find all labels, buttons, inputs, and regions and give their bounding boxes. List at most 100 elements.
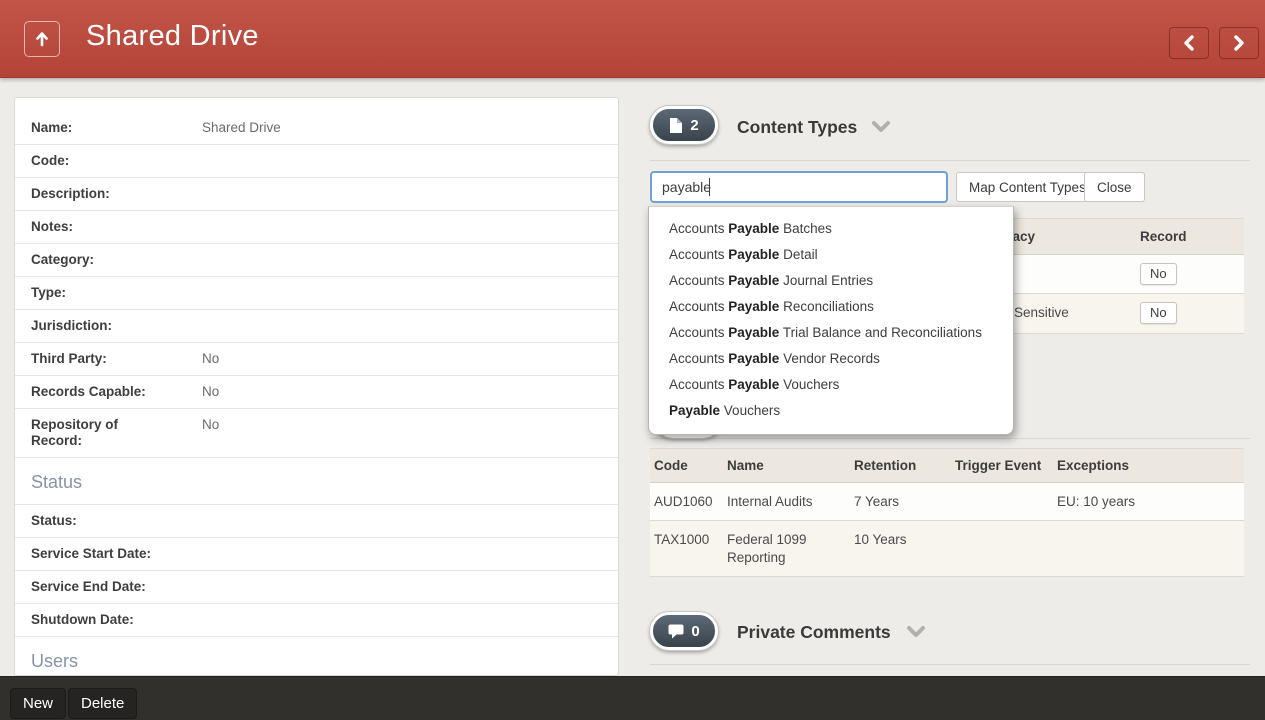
- autocomplete-item[interactable]: Accounts Payable Trial Balance and Recon…: [649, 320, 1013, 346]
- table-row: AUD1060 Internal Audits 7 Years EU: 10 y…: [650, 483, 1244, 521]
- item-match: Payable: [728, 351, 779, 366]
- previous-record-button[interactable]: [1169, 27, 1209, 59]
- autocomplete-item[interactable]: Accounts Payable Batches: [649, 216, 1013, 242]
- retention-code-link[interactable]: AUD1060: [654, 494, 713, 509]
- field-label: Status:: [31, 513, 166, 529]
- divider: [650, 664, 1250, 665]
- retention-name: Internal Audits: [727, 493, 854, 511]
- content-types-heading: Content Types: [737, 117, 857, 138]
- item-text: Trial Balance and Reconciliations: [779, 325, 982, 340]
- item-text: Accounts: [669, 299, 728, 314]
- item-text: Batches: [779, 221, 832, 236]
- arrow-up-icon: [33, 30, 51, 48]
- retention-table-header: Code Name Retention Trigger Event Except…: [650, 448, 1244, 483]
- item-text: Vouchers: [720, 403, 780, 418]
- content-types-count-badge: 2: [650, 106, 718, 144]
- field-row-records-capable: Records Capable: No: [15, 376, 618, 409]
- text-cursor: [709, 178, 710, 196]
- divider: [650, 438, 1250, 439]
- users-section-heading: Users: [15, 637, 618, 676]
- field-row-shutdown-date: Shutdown Date:: [15, 604, 618, 637]
- item-text: Vendor Records: [779, 351, 880, 366]
- field-label: Shutdown Date:: [31, 612, 166, 628]
- item-text: Accounts: [669, 273, 728, 288]
- speech-bubble-icon: [668, 624, 684, 639]
- next-record-button[interactable]: [1219, 27, 1259, 59]
- field-row-third-party: Third Party: No: [15, 343, 618, 376]
- field-label: Records Capable:: [31, 384, 166, 400]
- autocomplete-item[interactable]: Payable Vouchers: [649, 398, 1013, 424]
- column-header-retention: Retention: [854, 458, 955, 473]
- retention-code-link[interactable]: TAX1000: [654, 532, 709, 547]
- item-match: Payable: [728, 325, 779, 340]
- item-text: Accounts: [669, 221, 728, 236]
- field-label: Notes:: [31, 219, 166, 235]
- action-bar: New Delete: [0, 676, 1265, 720]
- retention-trigger-event: [955, 493, 1057, 511]
- item-text: Accounts: [669, 377, 728, 392]
- field-label: Service Start Date:: [31, 546, 166, 562]
- item-text: Accounts: [669, 351, 728, 366]
- field-row-repository-of-record: Repository of Record: No: [15, 409, 618, 458]
- item-text: Accounts: [669, 247, 728, 262]
- field-row-service-start-date: Service Start Date:: [15, 538, 618, 571]
- item-text: Vouchers: [779, 377, 839, 392]
- private-comments-heading: Private Comments: [737, 622, 891, 643]
- autocomplete-item[interactable]: Accounts Payable Vendor Records: [649, 346, 1013, 372]
- field-label: Code:: [31, 153, 166, 169]
- content-type-search-input[interactable]: [650, 171, 948, 203]
- close-button[interactable]: Close: [1084, 172, 1145, 202]
- field-row-name: Name: Shared Drive: [15, 112, 618, 145]
- content-type-autocomplete-dropdown: Accounts Payable Batches Accounts Payabl…: [648, 206, 1014, 435]
- item-text: Reconciliations: [779, 299, 874, 314]
- delete-button[interactable]: Delete: [68, 688, 137, 719]
- column-header-code: Code: [650, 458, 727, 473]
- autocomplete-item[interactable]: Accounts Payable Journal Entries: [649, 268, 1013, 294]
- field-value: No: [202, 384, 219, 400]
- field-label: Description:: [31, 186, 166, 202]
- field-row-jurisdiction: Jurisdiction:: [15, 310, 618, 343]
- item-text: Detail: [779, 247, 817, 262]
- badge-count: 2: [690, 117, 698, 134]
- field-value: Shared Drive: [202, 120, 281, 136]
- field-label: Third Party:: [31, 351, 166, 367]
- autocomplete-item[interactable]: Accounts Payable Reconciliations: [649, 294, 1013, 320]
- field-row-status: Status:: [15, 505, 618, 538]
- column-header-trigger-event: Trigger Event: [955, 458, 1057, 473]
- item-match: Payable: [728, 247, 779, 262]
- field-row-notes: Notes:: [15, 211, 618, 244]
- item-match: Payable: [669, 403, 720, 418]
- retention-exceptions: [1057, 531, 1244, 567]
- field-row-service-end-date: Service End Date:: [15, 571, 618, 604]
- privacy-value: Sensitive: [1014, 305, 1069, 320]
- table-row: TAX1000 Federal 1099 Reporting 10 Years: [650, 521, 1244, 577]
- chevron-right-icon: [1232, 35, 1246, 51]
- autocomplete-item[interactable]: Accounts Payable Vouchers: [649, 372, 1013, 398]
- retention-period: 10 Years: [854, 531, 955, 567]
- new-button[interactable]: New: [10, 688, 66, 719]
- item-text: Journal Entries: [779, 273, 873, 288]
- item-match: Payable: [728, 221, 779, 236]
- page-title: Shared Drive: [86, 20, 259, 53]
- divider: [650, 160, 1250, 161]
- field-value: No: [202, 417, 219, 449]
- chevron-down-icon[interactable]: [907, 626, 925, 638]
- retention-exceptions: EU: 10 years: [1057, 493, 1244, 511]
- retention-schedules-table: Code Name Retention Trigger Event Except…: [650, 448, 1244, 577]
- record-details-panel: Name: Shared Drive Code: Description: No…: [14, 97, 619, 676]
- field-row-description: Description:: [15, 178, 618, 211]
- column-header-exceptions: Exceptions: [1057, 458, 1244, 473]
- field-row-category: Category:: [15, 244, 618, 277]
- field-row-type: Type:: [15, 277, 618, 310]
- field-label: Type:: [31, 285, 166, 301]
- chevron-down-icon[interactable]: [872, 121, 890, 133]
- map-content-types-button[interactable]: Map Content Types: [956, 172, 1099, 202]
- status-section-heading: Status: [15, 458, 618, 505]
- item-match: Payable: [728, 377, 779, 392]
- field-label: Name:: [31, 120, 166, 136]
- autocomplete-item[interactable]: Accounts Payable Detail: [649, 242, 1013, 268]
- navigate-up-button[interactable]: [24, 21, 60, 57]
- retention-name: Federal 1099 Reporting: [727, 531, 854, 567]
- field-label: Repository of Record:: [31, 417, 166, 449]
- item-text: Accounts: [669, 325, 728, 340]
